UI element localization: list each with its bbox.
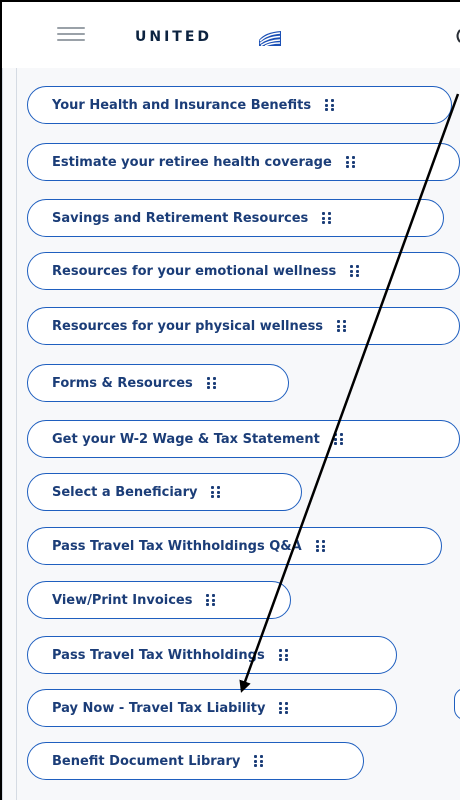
drag-handle-icon (333, 433, 344, 445)
drag-handle-icon (325, 99, 335, 111)
drag-handle-icon (206, 377, 217, 389)
drag-handle-icon (254, 755, 264, 767)
drag-handle-icon (350, 265, 360, 277)
benefit-link-label: Savings and Retirement Resources (52, 210, 309, 226)
benefit-link-button[interactable]: Pay Now - Travel Tax Liability (27, 689, 397, 727)
drag-handle-icon (345, 156, 356, 168)
drag-handle-icon (337, 320, 347, 332)
benefit-link-label: Benefit Document Library (52, 753, 241, 769)
benefit-link-button[interactable]: Estimate your retiree health coverage (27, 143, 460, 181)
benefit-link-button[interactable]: Select a Beneficiary (27, 473, 302, 511)
benefit-link-label: Get your W-2 Wage & Tax Statement (52, 431, 320, 447)
drag-handle-icon (322, 212, 332, 224)
benefit-link-label: Pass Travel Tax Withholdings Q&A (52, 538, 302, 554)
benefit-link-button[interactable]: View/Print Invoices (27, 581, 291, 619)
drag-handle-icon (211, 486, 221, 498)
benefit-link-button[interactable]: Get your W-2 Wage & Tax Statement (27, 420, 460, 458)
benefit-link-button[interactable]: Pass Travel Tax Withholdings Q&A (27, 527, 442, 565)
benefit-link-button[interactable]: Your Health and Insurance Benefits (27, 86, 452, 124)
benefit-link-label: Your Health and Insurance Benefits (52, 97, 312, 113)
app-frame: UNITED Your Health and Insurance Benefit… (0, 0, 460, 800)
partial-icon (456, 29, 460, 43)
benefit-link-button[interactable]: Benefit Document Library (27, 742, 364, 780)
drag-handle-icon (278, 649, 289, 661)
benefit-link-button[interactable]: Resources for your physical wellness (27, 307, 460, 345)
drag-handle-icon (206, 594, 216, 606)
top-bar: UNITED (2, 2, 460, 69)
brand-logo-text[interactable]: UNITED (135, 29, 212, 45)
benefit-link-label: Resources for your physical wellness (52, 318, 324, 334)
hamburger-menu-icon[interactable] (57, 27, 85, 43)
drag-handle-icon (279, 702, 289, 714)
drag-handle-icon (315, 540, 326, 552)
benefit-link-label: Resources for your emotional wellness (52, 263, 337, 279)
benefit-link-button[interactable]: Forms & Resources (27, 364, 289, 402)
benefit-link-label: Pay Now - Travel Tax Liability (52, 700, 266, 716)
benefit-link-label: Select a Beneficiary (52, 484, 198, 500)
benefit-link-label: Pass Travel Tax Withholdings (52, 647, 265, 663)
benefit-link-label: Estimate your retiree health coverage (52, 154, 332, 170)
united-globe-icon (259, 31, 281, 47)
benefit-link-label: View/Print Invoices (52, 592, 193, 608)
benefit-link-button[interactable]: Pass Travel Tax Withholdings (27, 636, 397, 674)
benefit-link-button[interactable]: Resources for your emotional wellness (27, 252, 460, 290)
benefit-link-label: Forms & Resources (52, 375, 193, 391)
panel-divider (16, 68, 17, 800)
benefit-link-button[interactable]: Savings and Retirement Resources (27, 199, 444, 237)
